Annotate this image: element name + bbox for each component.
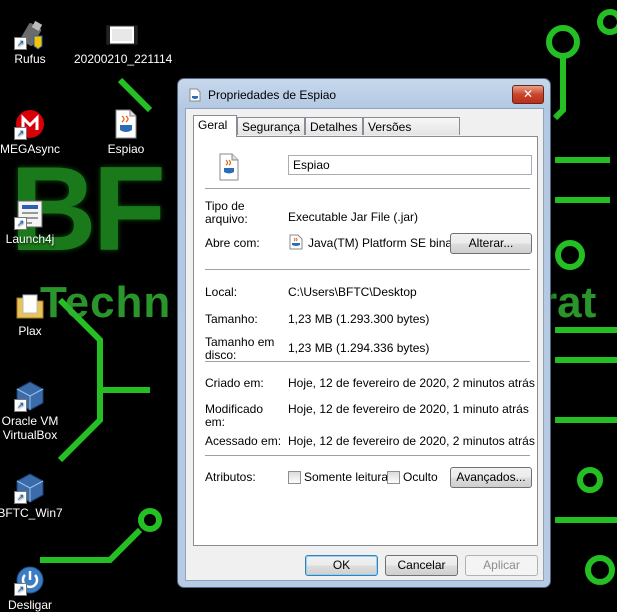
hidden-checkbox[interactable] — [387, 471, 400, 484]
change-button[interactable]: Alterar... — [450, 233, 532, 254]
dialog-titlebar[interactable]: Propriedades de Espiao ✕ — [178, 79, 550, 109]
tab-detalhes[interactable]: Detalhes — [305, 117, 363, 135]
cancel-button[interactable]: Cancelar — [385, 555, 458, 576]
advanced-button[interactable]: Avançados... — [450, 467, 532, 488]
separator — [205, 455, 530, 456]
shortcut-arrow-icon: ↗ — [14, 399, 27, 412]
virtualbox-cube-icon: ↗ — [14, 472, 46, 504]
created-value: Hoje, 12 de fevereiro de 2020, 2 minutos… — [288, 376, 535, 390]
accessed-label: Acessado em: — [205, 434, 282, 448]
usb-drive-icon: ↗ — [14, 18, 46, 50]
shortcut-arrow-icon: ↗ — [14, 217, 27, 230]
hidden-label[interactable]: Oculto — [403, 471, 438, 484]
size-label: Tamanho: — [205, 312, 258, 326]
modified-value: Hoje, 12 de fevereiro de 2020, 1 minuto … — [288, 402, 529, 416]
desktop-icon-label: Rufus — [14, 52, 46, 66]
file-name-input[interactable]: Espiao — [288, 155, 532, 175]
location-label: Local: — [205, 285, 238, 299]
type-value: Executable Jar File (.jar) — [288, 210, 419, 224]
folder-icon — [14, 290, 46, 322]
desktop-icon-video[interactable]: 20200210_221114 — [74, 18, 173, 66]
separator — [205, 361, 530, 362]
desktop-icon-label: MEGAsync — [0, 142, 60, 156]
shortcut-arrow-icon: ↗ — [14, 491, 27, 504]
disk-size-label: Tamanho em disco: — [205, 335, 275, 362]
desktop-icon-label: Desligar — [7, 598, 52, 612]
apply-button[interactable]: Aplicar — [465, 555, 538, 576]
type-label: Tipo de arquivo: — [205, 199, 248, 226]
created-label: Criado em: — [205, 376, 264, 390]
separator — [205, 188, 530, 189]
opens-with-label: Abre com: — [205, 236, 260, 250]
accessed-value: Hoje, 12 de fevereiro de 2020, 2 minutos… — [288, 434, 535, 448]
tab-versoes-anteriores[interactable]: Versões Anteriores — [363, 117, 460, 152]
desktop-icon-rufus[interactable]: ↗ Rufus — [0, 18, 70, 66]
desktop-icon-label: BFTC_Win7 — [0, 506, 63, 520]
virtualbox-cube-icon: ↗ — [14, 380, 46, 412]
readonly-checkbox[interactable] — [288, 471, 301, 484]
desktop-icon-megasync[interactable]: ↗ MEGAsync — [0, 108, 70, 156]
desktop-icon-label: 20200210_221114 — [74, 52, 173, 66]
readonly-label[interactable]: Somente leitura — [304, 471, 388, 484]
ok-button[interactable]: OK — [305, 555, 378, 576]
desktop-icon-label: Launch4j — [5, 232, 55, 246]
launch4j-app-icon: ↗ — [14, 198, 46, 230]
desktop-icon-label: Espiao — [107, 142, 145, 156]
dialog-client-area: Geral Segurança Detalhes Versões Anterio… — [185, 108, 544, 581]
tab-seguranca[interactable]: Segurança — [237, 117, 305, 135]
tab-geral[interactable]: Geral — [193, 115, 237, 137]
shortcut-arrow-icon: ↗ — [14, 127, 27, 140]
desktop-icon-bftc-win7[interactable]: ↗ BFTC_Win7 — [0, 472, 70, 520]
desktop-icon-espiao[interactable]: Espiao — [86, 108, 166, 156]
desktop-icon-label: Oracle VM VirtualBox — [1, 414, 59, 442]
separator — [205, 269, 530, 270]
shortcut-arrow-icon: ↗ — [14, 37, 27, 50]
desktop-icon-launch4j[interactable]: ↗ Launch4j — [0, 198, 70, 246]
power-icon: ↗ — [14, 564, 46, 596]
opens-with-value: Java(TM) Platform SE binary — [308, 236, 463, 250]
tab-panel-geral: Espiao Tipo de arquivo: Executable Jar F… — [193, 136, 538, 546]
desktop-icon-plax[interactable]: Plax — [0, 290, 70, 338]
desktop-icon-label: Plax — [18, 324, 42, 338]
properties-dialog: Propriedades de Espiao ✕ Geral Segurança… — [177, 78, 551, 588]
desktop-icon-desligar[interactable]: ↗ Desligar — [0, 564, 70, 612]
video-file-icon — [106, 18, 138, 50]
location-value: C:\Users\BFTC\Desktop — [288, 285, 417, 299]
modified-label: Modificado em: — [205, 402, 264, 429]
close-button[interactable]: ✕ — [512, 85, 544, 104]
mega-logo-icon: ↗ — [14, 108, 46, 140]
attributes-label: Atributos: — [205, 470, 256, 484]
java-icon — [288, 234, 304, 254]
size-value: 1,23 MB (1.293.300 bytes) — [288, 312, 430, 326]
jar-file-icon — [216, 153, 242, 185]
shortcut-arrow-icon: ↗ — [14, 583, 27, 596]
desktop-icon-virtualbox[interactable]: ↗ Oracle VM VirtualBox — [0, 380, 70, 442]
jar-file-icon — [110, 108, 142, 140]
disk-size-value: 1,23 MB (1.294.336 bytes) — [288, 341, 430, 355]
dialog-title: Propriedades de Espiao — [208, 88, 337, 102]
jar-file-icon — [188, 87, 202, 102]
